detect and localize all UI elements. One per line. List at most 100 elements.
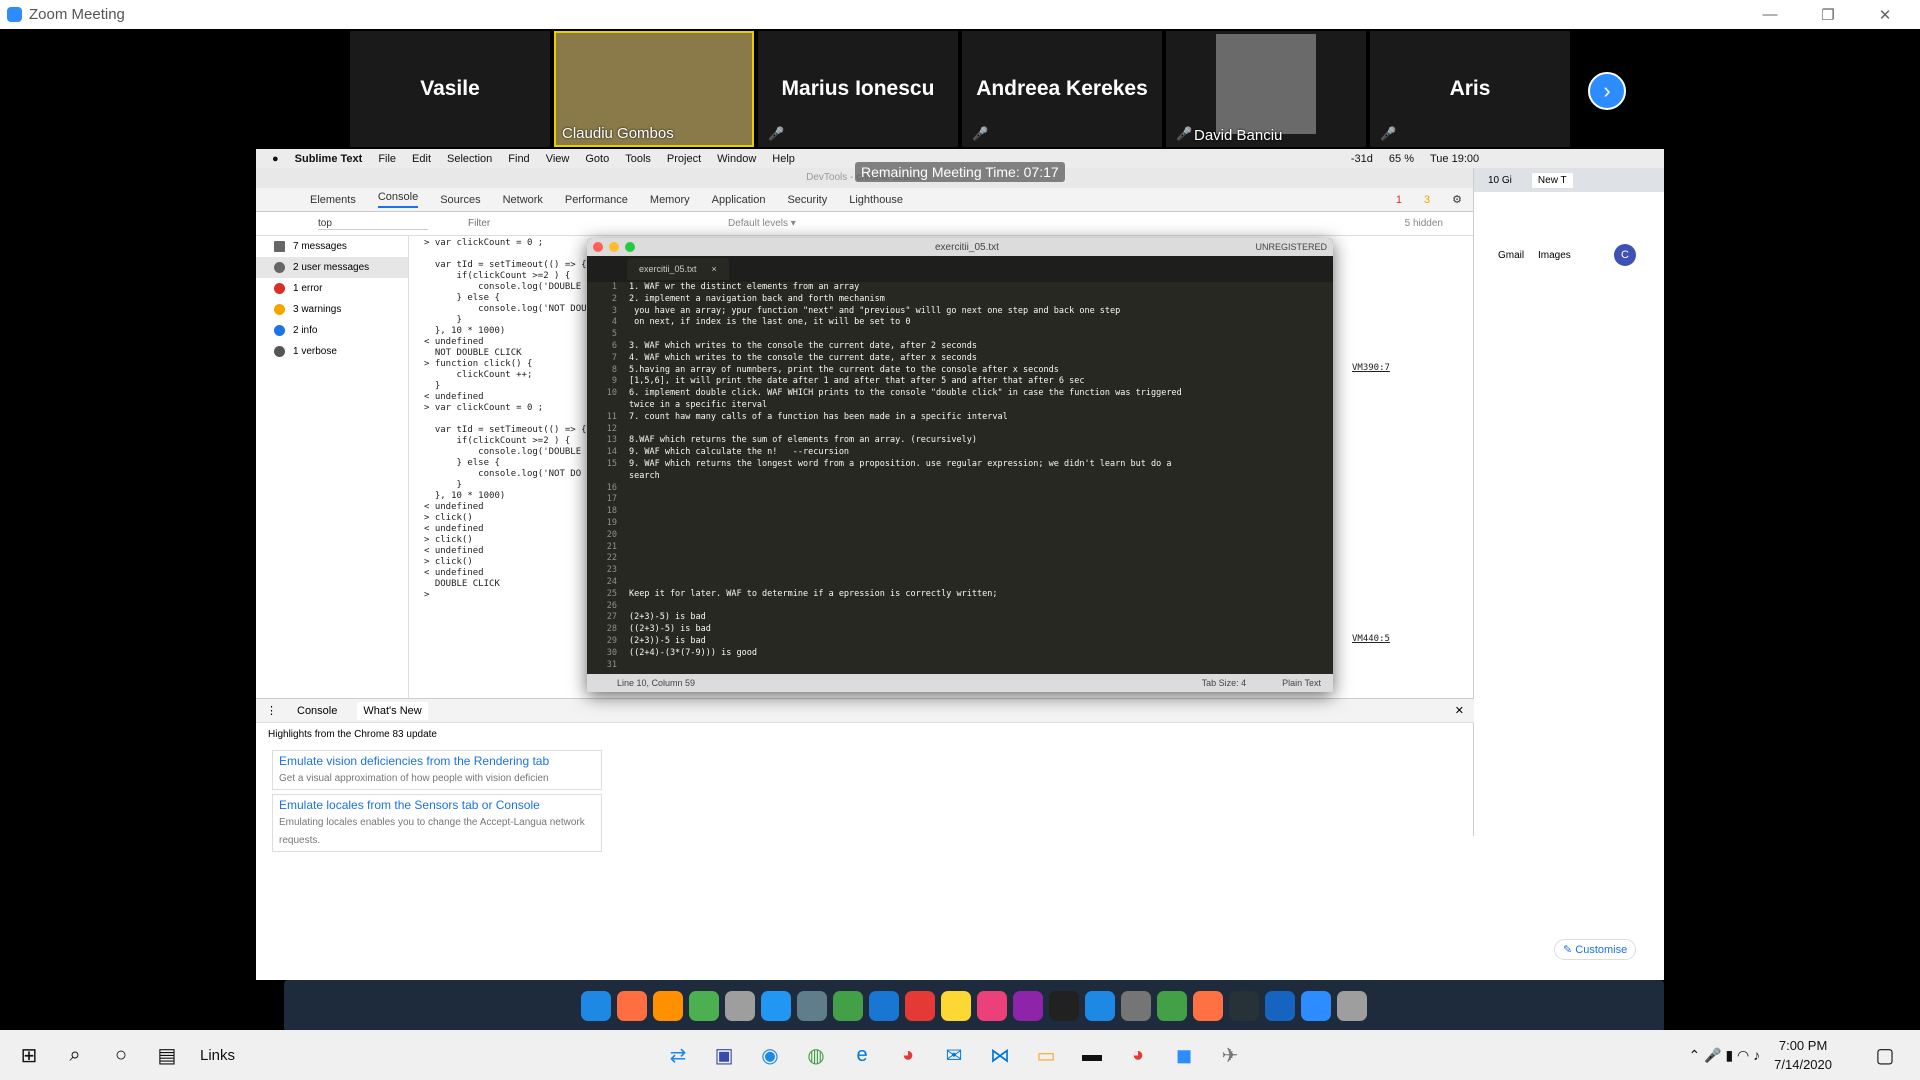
tab-security[interactable]: Security (787, 194, 827, 206)
app-icon[interactable] (689, 991, 719, 1021)
links-toolbar[interactable]: Links (200, 1047, 235, 1064)
drawer-tab-console[interactable]: Console (297, 705, 337, 717)
browser-tab[interactable]: 10 Gi (1488, 175, 1512, 186)
browser-tab[interactable]: New T (1531, 172, 1573, 188)
tab-size[interactable]: Tab Size: 4 (1202, 678, 1247, 688)
folder-icon[interactable]: ▭ (1023, 1032, 1069, 1078)
tab-network[interactable]: Network (503, 194, 543, 206)
settings-icon[interactable] (1121, 991, 1151, 1021)
filter-input[interactable] (468, 218, 718, 229)
editor-text[interactable]: 1. WAF wr the distinct elements from an … (625, 282, 1182, 671)
next-page-button[interactable]: › (1588, 72, 1626, 110)
gmail-link[interactable]: Gmail (1498, 250, 1524, 261)
context-select[interactable]: top (318, 218, 428, 230)
drawer-tab-whats-new[interactable]: What's New (357, 701, 428, 720)
menu-edit[interactable]: Edit (412, 153, 431, 165)
source-link[interactable]: VM440:5 (1352, 634, 1390, 644)
levels-select[interactable]: Default levels ▾ (728, 218, 796, 229)
app-icon[interactable] (617, 991, 647, 1021)
sidebar-item-user-messages[interactable]: 2 user messages (256, 257, 408, 278)
tab-elements[interactable]: Elements (310, 194, 356, 206)
sidebar-item-info[interactable]: 2 info (256, 320, 408, 341)
calendar-icon[interactable] (905, 991, 935, 1021)
tab-lighthouse[interactable]: Lighthouse (849, 194, 903, 206)
drawer-menu-icon[interactable]: ⋮ (266, 704, 277, 717)
menu-project[interactable]: Project (667, 153, 701, 165)
app-icon[interactable]: ✈ (1207, 1032, 1253, 1078)
syntax-select[interactable]: Plain Text (1282, 678, 1321, 688)
menu-file[interactable]: File (378, 153, 396, 165)
editor[interactable]: 1 2 3 4 5 6 7 8 9 10 11 12 13 14 15 16 1… (587, 282, 1333, 671)
minimize-button[interactable]: — (1747, 0, 1793, 29)
terminal-icon[interactable]: ▬ (1069, 1032, 1115, 1078)
restore-button[interactable]: ❐ (1805, 0, 1851, 29)
tab-performance[interactable]: Performance (565, 194, 628, 206)
sidebar-item-errors[interactable]: 1 error (256, 278, 408, 299)
sidebar-item-messages[interactable]: 7 messages (256, 236, 408, 257)
menu-app[interactable]: Sublime Text (295, 153, 363, 165)
menu-help[interactable]: Help (772, 153, 795, 165)
tab-console[interactable]: Console (377, 191, 419, 208)
close-drawer-icon[interactable]: ✕ (1455, 704, 1464, 717)
menu-goto[interactable]: Goto (585, 153, 609, 165)
participant-tile[interactable]: David Banciu 🎤 (1166, 31, 1366, 147)
search-icon[interactable]: ⌕ (52, 1032, 98, 1078)
notes-icon[interactable] (941, 991, 971, 1021)
whats-new-card[interactable]: Emulate locales from the Sensors tab or … (272, 794, 602, 852)
sidebar-item-warnings[interactable]: 3 warnings (256, 299, 408, 320)
terminal-icon[interactable] (1229, 991, 1259, 1021)
participant-tile[interactable]: Vasile (350, 31, 550, 147)
sublime-icon[interactable] (1193, 991, 1223, 1021)
vscode-icon[interactable]: ⋈ (977, 1032, 1023, 1078)
maps-icon[interactable]: ◉ (747, 1032, 793, 1078)
close-dot-icon[interactable] (593, 242, 603, 252)
chrome-icon[interactable] (1157, 991, 1187, 1021)
close-button[interactable]: ✕ (1862, 0, 1908, 29)
whats-new-card[interactable]: Emulate vision deficiencies from the Ren… (272, 750, 602, 790)
menu-find[interactable]: Find (508, 153, 529, 165)
cortana-icon[interactable]: ○ (98, 1032, 144, 1078)
edge-icon[interactable]: e (839, 1032, 885, 1078)
appstore-icon[interactable] (1085, 991, 1115, 1021)
menu-selection[interactable]: Selection (447, 153, 492, 165)
participant-tile-active[interactable]: Claudiu Gombos (554, 31, 754, 147)
finder-icon[interactable] (581, 991, 611, 1021)
vscode-icon[interactable] (1265, 991, 1295, 1021)
zoom-dot-icon[interactable] (625, 242, 635, 252)
safari-icon[interactable] (761, 991, 791, 1021)
tab-memory[interactable]: Memory (650, 194, 690, 206)
gear-icon[interactable]: ⚙ (1452, 193, 1462, 206)
apple-icon[interactable]: ● (272, 153, 279, 165)
trash-icon[interactable] (1337, 991, 1367, 1021)
images-link[interactable]: Images (1538, 250, 1571, 261)
participant-tile[interactable]: Andreea Kerekes 🎤 (962, 31, 1162, 147)
error-count[interactable]: 1 (1396, 194, 1402, 206)
task-view-icon[interactable]: ▤ (144, 1032, 190, 1078)
sidebar-item-verbose[interactable]: 1 verbose (256, 341, 408, 362)
teamviewer-icon[interactable]: ⇄ (655, 1032, 701, 1078)
chrome-icon[interactable]: ◕ (1115, 1032, 1161, 1078)
firefox-icon[interactable] (653, 991, 683, 1021)
chrome-icon[interactable]: ◕ (885, 1032, 931, 1078)
messages-icon[interactable] (869, 991, 899, 1021)
menu-window[interactable]: Window (717, 153, 756, 165)
facetime-icon[interactable] (833, 991, 863, 1021)
save-icon[interactable]: ▣ (701, 1032, 747, 1078)
menu-view[interactable]: View (546, 153, 570, 165)
warning-count[interactable]: 3 (1424, 194, 1430, 206)
participant-tile[interactable]: Aris 🎤 (1370, 31, 1570, 147)
minimize-dot-icon[interactable] (609, 242, 619, 252)
file-tab[interactable]: exercitii_05.txt × (627, 258, 729, 280)
menu-tools[interactable]: Tools (625, 153, 651, 165)
music-icon[interactable] (977, 991, 1007, 1021)
avatar[interactable]: C (1614, 244, 1636, 266)
zoom-icon[interactable]: ◼ (1161, 1032, 1207, 1078)
card-title[interactable]: Emulate locales from the Sensors tab or … (279, 798, 595, 812)
podcasts-icon[interactable] (1013, 991, 1043, 1021)
tray-icons[interactable]: ⌃ 🎤 ▮ ◠ ♪ (1689, 1047, 1761, 1064)
source-link[interactable]: VM390:7 (1352, 363, 1390, 373)
mail-icon[interactable]: ✉ (931, 1032, 977, 1078)
zoom-dock-icon[interactable] (1301, 991, 1331, 1021)
card-title[interactable]: Emulate vision deficiencies from the Ren… (279, 754, 595, 768)
clock[interactable]: 7:00 PM 7/14/2020 (1774, 1036, 1832, 1074)
